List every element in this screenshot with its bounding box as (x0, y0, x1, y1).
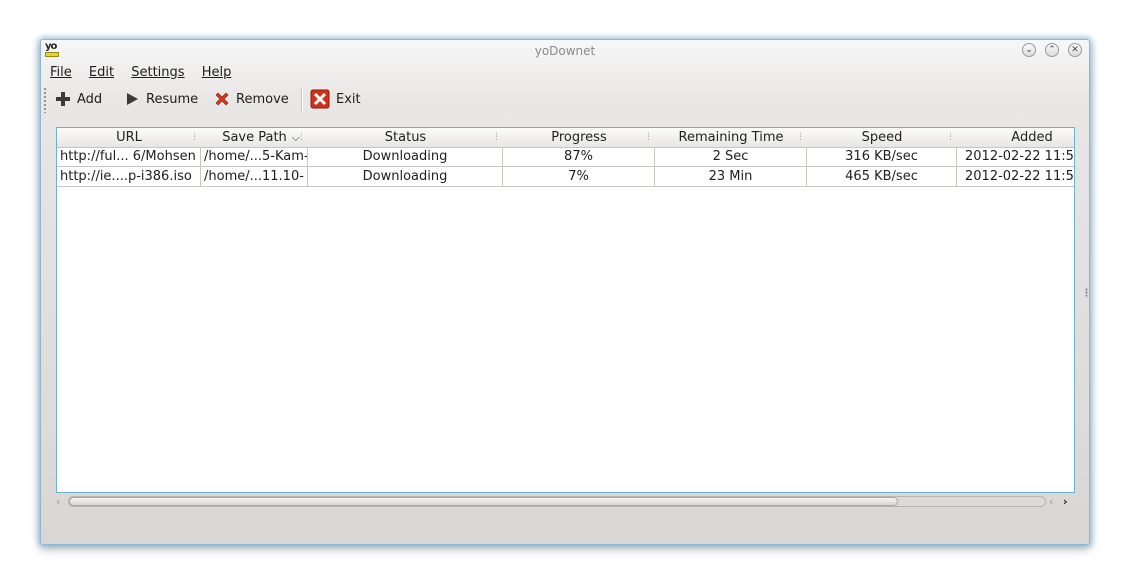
play-icon (124, 91, 140, 107)
col-header-added[interactable]: Added (957, 128, 1074, 147)
downloads-table[interactable]: URL ⋮ Save Path ⌵ ⋮ Status ⋮ Progress ⋮ Remai… (56, 127, 1075, 493)
menu-settings[interactable]: Settings (131, 65, 184, 80)
resume-button[interactable]: Resume (124, 89, 198, 109)
scroll-left-arrow-icon[interactable]: ‹ (1049, 495, 1059, 508)
scroll-right-arrow-icon[interactable]: › (1063, 495, 1073, 508)
col-header-save-path[interactable]: Save Path ⌵ ⋮ (201, 128, 308, 147)
table-row[interactable]: http://ful... 6/Mohsen /home/...5-Kam- D… (57, 147, 1074, 167)
menu-bar: File Edit Settings Help (50, 65, 244, 83)
col-header-remaining-time[interactable]: Remaining Time ⋮ (655, 128, 807, 147)
col-header-speed[interactable]: Speed ⋮ (807, 128, 957, 147)
cell-status[interactable]: Downloading (308, 167, 503, 186)
cell-remaining-time[interactable]: 23 Min (655, 167, 807, 186)
remove-label: Remove (236, 91, 289, 107)
cell-status[interactable]: Downloading (308, 147, 503, 166)
resume-label: Resume (146, 91, 199, 107)
table-row[interactable]: http://ie....p-i386.iso /home/...11.10- … (57, 167, 1074, 187)
add-label: Add (77, 91, 103, 107)
cell-progress[interactable]: 87% (503, 147, 655, 166)
cell-speed[interactable]: 465 KB/sec (807, 167, 957, 186)
add-button[interactable]: Add (55, 89, 102, 109)
toolbar: Add Resume Remove Exit (41, 87, 1089, 113)
menu-help[interactable]: Help (202, 65, 232, 80)
cell-save-path[interactable]: /home/...11.10- (201, 167, 308, 186)
cell-url[interactable]: http://ie....p-i386.iso (57, 167, 201, 186)
exit-icon (310, 89, 330, 109)
close-button[interactable]: ✕ (1068, 43, 1082, 57)
scrollbar-track[interactable] (68, 496, 1046, 507)
cell-remaining-time[interactable]: 2 Sec (655, 147, 807, 166)
toolbar-grip[interactable] (43, 87, 47, 113)
table-header: URL ⋮ Save Path ⌵ ⋮ Status ⋮ Progress ⋮ Remai… (57, 128, 1074, 148)
chevron-down-icon: ⌄ (1025, 45, 1033, 55)
scrollbar-thumb[interactable] (69, 497, 898, 506)
toolbar-separator (301, 87, 303, 113)
window-resize-grip[interactable] (1085, 288, 1088, 298)
window-title: yoDownet (534, 44, 596, 58)
cell-speed[interactable]: 316 KB/sec (807, 147, 957, 166)
col-header-url[interactable]: URL ⋮ (57, 128, 201, 147)
remove-button[interactable]: Remove (214, 89, 289, 109)
cell-added[interactable]: 2012-02-22 11:55 (957, 167, 1074, 186)
cell-url[interactable]: http://ful... 6/Mohsen (57, 147, 201, 166)
red-x-icon (214, 91, 230, 107)
main-window: yo yoDownet ⌄ ⌃ ✕ File Edit Settings Hel… (40, 39, 1090, 545)
scroll-left-arrow-icon[interactable]: ‹ (56, 495, 66, 508)
cell-progress[interactable]: 7% (503, 167, 655, 186)
col-header-progress[interactable]: Progress ⋮ (503, 128, 655, 147)
horizontal-scrollbar[interactable]: ‹ ‹ › (56, 495, 1075, 508)
exit-label: Exit (336, 91, 361, 107)
close-icon: ✕ (1071, 45, 1079, 55)
cell-added[interactable]: 2012-02-22 11:54 (957, 147, 1074, 166)
menu-file[interactable]: File (50, 65, 72, 80)
col-header-status[interactable]: Status ⋮ (308, 128, 503, 147)
title-bar[interactable]: yo yoDownet ⌄ ⌃ ✕ (41, 40, 1089, 62)
menu-edit[interactable]: Edit (89, 65, 114, 80)
cell-save-path[interactable]: /home/...5-Kam- (201, 147, 308, 166)
plus-icon (55, 91, 71, 107)
maximize-button[interactable]: ⌃ (1045, 43, 1059, 57)
exit-button[interactable]: Exit (310, 89, 361, 109)
chevron-up-icon: ⌃ (1048, 45, 1056, 55)
minimize-button[interactable]: ⌄ (1022, 43, 1036, 57)
